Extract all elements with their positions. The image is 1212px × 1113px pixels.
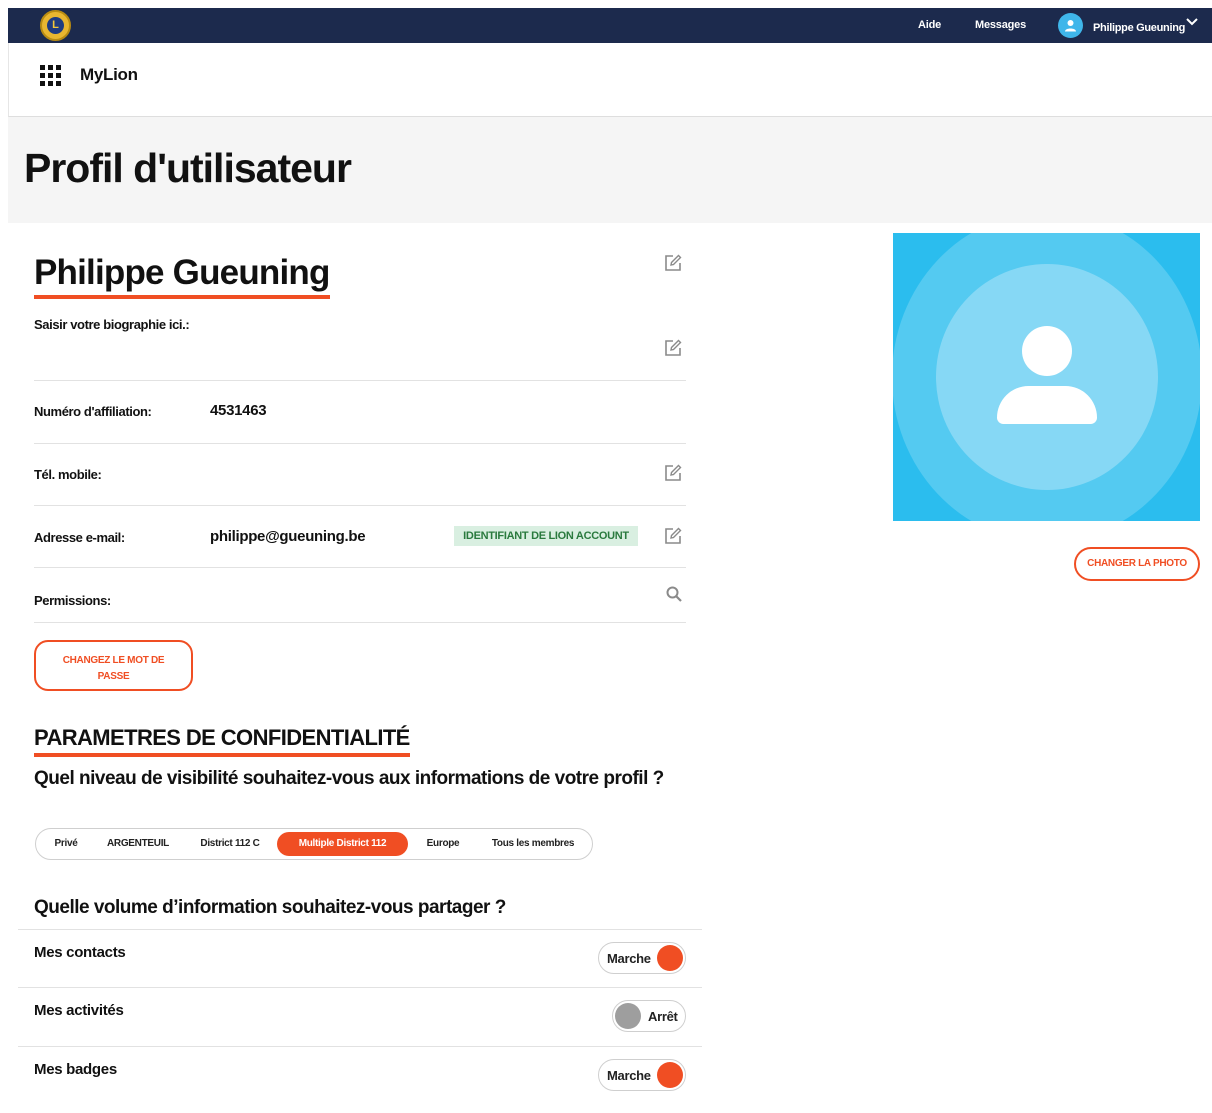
lion-account-id-badge: IDENTIFIANT DE LION ACCOUNT <box>454 526 638 546</box>
visibility-question: Quel niveau de visibilité souhaitez-vous… <box>34 768 664 789</box>
permissions-label: Permissions: <box>34 593 111 608</box>
contacts-label: Mes contacts <box>34 944 126 961</box>
divider <box>18 987 702 988</box>
lions-logo-letter: L <box>47 17 64 34</box>
mobile-label: Tél. mobile: <box>34 467 102 482</box>
toggle-knob <box>657 945 683 971</box>
email-label: Adresse e-mail: <box>34 530 125 545</box>
avatar-head-icon <box>1022 326 1072 376</box>
profile-name: Philippe Gueuning <box>34 253 330 299</box>
toggle-state: Marche <box>607 1068 651 1083</box>
divider <box>18 929 702 930</box>
search-icon[interactable] <box>665 585 683 603</box>
divider <box>18 1046 702 1047</box>
activities-label: Mes activités <box>34 1002 124 1019</box>
change-password-button[interactable]: CHANGEZ LE MOT DE PASSE <box>34 640 193 691</box>
photo-ring-inner <box>936 264 1158 490</box>
page-title: Profil d'utilisateur <box>24 145 352 191</box>
help-link[interactable]: Aide <box>918 19 941 31</box>
visibility-option-europe[interactable]: Europe <box>414 832 472 856</box>
edit-email-icon[interactable] <box>663 526 683 546</box>
lions-logo[interactable]: L <box>40 10 71 41</box>
divider <box>34 380 686 381</box>
edit-bio-icon[interactable] <box>663 338 683 358</box>
edit-mobile-icon[interactable] <box>663 463 683 483</box>
membership-value: 4531463 <box>210 402 267 419</box>
volume-question: Quelle volume d’information souhaitez-vo… <box>34 897 506 918</box>
visibility-option-district[interactable]: District 112 C <box>188 832 272 856</box>
avatar-body-icon <box>997 386 1097 424</box>
contacts-toggle[interactable]: Marche <box>598 942 686 974</box>
bio-label: Saisir votre biographie ici.: <box>34 317 190 332</box>
profile-photo <box>893 233 1200 521</box>
divider <box>34 567 686 568</box>
messages-link[interactable]: Messages <box>975 19 1026 31</box>
toggle-state: Arrêt <box>648 1009 678 1024</box>
email-value: philippe@gueuning.be <box>210 528 366 545</box>
change-photo-button[interactable]: CHANGER LA PHOTO <box>1074 547 1200 581</box>
chevron-down-icon[interactable] <box>1185 17 1199 27</box>
badges-label: Mes badges <box>34 1061 117 1078</box>
divider <box>34 443 686 444</box>
activities-toggle[interactable]: Arrêt <box>612 1000 686 1032</box>
divider <box>34 622 686 623</box>
privacy-section-title: PARAMETRES DE CONFIDENTIALITÉ <box>34 725 410 757</box>
page-header: Profil d'utilisateur <box>8 117 1212 223</box>
app-title[interactable]: MyLion <box>80 65 138 85</box>
visibility-option-prive[interactable]: Privé <box>44 832 88 856</box>
badges-toggle[interactable]: Marche <box>598 1059 686 1091</box>
membership-label: Numéro d'affiliation: <box>34 404 152 419</box>
grid-icon[interactable] <box>40 65 62 87</box>
toggle-knob <box>615 1003 641 1029</box>
visibility-option-argenteuil[interactable]: ARGENTEUIL <box>98 832 178 856</box>
user-name-menu[interactable]: Philippe Gueuning <box>1093 22 1185 34</box>
visibility-selector: Privé ARGENTEUIL District 112 C Multiple… <box>35 828 593 860</box>
edit-name-icon[interactable] <box>663 253 683 273</box>
divider <box>34 505 686 506</box>
toggle-state: Marche <box>607 951 651 966</box>
top-bar: L Aide Messages Philippe Gueuning <box>8 8 1212 43</box>
app-bar: MyLion <box>8 43 1212 117</box>
visibility-option-multiple-district[interactable]: Multiple District 112 <box>277 832 408 856</box>
visibility-option-all-members[interactable]: Tous les membres <box>482 832 584 856</box>
toggle-knob <box>657 1062 683 1088</box>
user-avatar-icon[interactable] <box>1058 13 1083 38</box>
